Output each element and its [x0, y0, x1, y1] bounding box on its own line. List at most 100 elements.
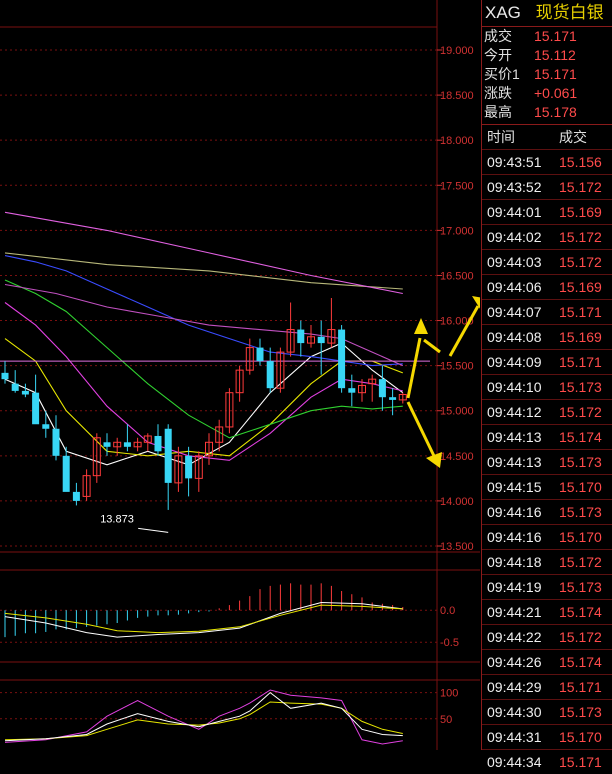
tick-row[interactable]: 09:44:06 15.169 — [482, 274, 612, 299]
candle-body — [317, 336, 325, 344]
quote-label: 成交 — [484, 28, 512, 44]
quote-value: +0.061 — [534, 85, 578, 101]
tick-price: 15.169 — [559, 329, 602, 345]
tick-price: 15.156 — [559, 154, 602, 170]
tick-time: 09:44:09 — [487, 354, 542, 370]
tick-time: 09:44:18 — [487, 554, 542, 570]
tick-time: 09:44:06 — [487, 279, 542, 295]
price-axis-label: 19.000 — [440, 45, 474, 57]
candle-body — [378, 379, 386, 398]
tick-time: 09:44:26 — [487, 654, 542, 670]
candle-body — [185, 455, 193, 479]
price-axis-label: 16.500 — [440, 270, 474, 282]
low-annotation-pointer — [138, 527, 169, 533]
quote-header: XAG 现货白银 — [482, 0, 612, 27]
quote-panel: XAG 现货白银 成交 15.171 今开 15.112 买价1 15.171 涨跌 +… — [481, 0, 612, 770]
tick-time: 09:44:21 — [487, 604, 542, 620]
kdj-k-line — [4, 691, 403, 742]
tick-price: 15.173 — [559, 454, 602, 470]
tick-price: 15.170 — [559, 479, 602, 495]
tick-price: 15.173 — [559, 379, 602, 395]
quote-value: 15.171 — [534, 28, 577, 44]
quote-row-open: 今开 15.112 — [482, 46, 612, 65]
tick-row[interactable]: 09:44:09 15.171 — [482, 349, 612, 374]
tick-price: 15.173 — [559, 579, 602, 595]
tick-time: 09:44:01 — [487, 204, 542, 220]
quote-row-bid: 买价1 15.171 — [482, 65, 612, 84]
tick-price: 15.173 — [559, 704, 602, 720]
tick-time: 09:44:16 — [487, 504, 542, 520]
macd-dea-line — [4, 604, 403, 634]
tick-price: 15.174 — [559, 604, 602, 620]
low-price-annotation: 13.873 — [100, 513, 134, 525]
tick-row[interactable]: 09:44:21 15.174 — [482, 599, 612, 624]
tick-row[interactable]: 09:44:29 15.171 — [482, 674, 612, 699]
tick-row[interactable]: 09:44:12 15.172 — [482, 399, 612, 424]
tick-row[interactable]: 09:44:19 15.173 — [482, 574, 612, 599]
tick-row[interactable]: 09:43:51 15.156 — [482, 149, 612, 174]
tick-time: 09:44:13 — [487, 429, 542, 445]
chart-canvas[interactable]: 19.00018.50018.00017.50017.00016.50016.0… — [0, 0, 480, 750]
quote-label: 买价1 — [484, 66, 520, 82]
tick-price: 15.169 — [559, 204, 602, 220]
tick-price: 15.172 — [559, 629, 602, 645]
arrow-shaft — [423, 338, 441, 354]
instrument-name: 现货白银 — [535, 3, 604, 22]
quote-label: 涨跌 — [484, 85, 512, 101]
tick-row[interactable]: 09:44:31 15.170 — [482, 724, 612, 749]
candle-body — [266, 361, 274, 389]
tick-row[interactable]: 09:44:26 15.174 — [482, 649, 612, 674]
kdj-j-line — [4, 689, 403, 745]
tick-time: 09:44:02 — [487, 229, 542, 245]
tick-row[interactable]: 09:44:22 15.172 — [482, 624, 612, 649]
tick-time: 09:44:10 — [487, 379, 542, 395]
candlestick-chart-area[interactable]: 19.000 18.500 18.000 17.500 17.000 16.500 16.0… — [0, 0, 480, 750]
tick-time: 09:44:29 — [487, 679, 542, 695]
tick-time: 09:44:16 — [487, 529, 542, 545]
tick-row[interactable]: 09:44:02 15.172 — [482, 224, 612, 249]
candle-body — [103, 442, 111, 447]
candle-body — [154, 435, 162, 452]
tick-row[interactable]: 09:44:07 15.171 — [482, 299, 612, 324]
candle-body — [338, 329, 346, 389]
tick-row[interactable]: 09:44:01 15.169 — [482, 199, 612, 224]
tick-price: 15.171 — [559, 304, 602, 320]
tick-time: 09:44:12 — [487, 404, 542, 420]
symbol-code: XAG — [485, 3, 521, 22]
arrow-shaft — [406, 337, 422, 399]
tick-header-price: 成交 — [559, 129, 587, 145]
tick-list[interactable]: 09:43:51 15.156 09:43:52 15.172 09:44:01 15.1… — [482, 149, 612, 774]
price-axis-label: 15.000 — [440, 406, 474, 418]
arrow-shaft — [406, 401, 436, 457]
kdj-d-line — [4, 701, 403, 741]
tick-row[interactable]: 09:44:03 15.172 — [482, 249, 612, 274]
tick-row[interactable]: 09:44:08 15.169 — [482, 324, 612, 349]
tick-row[interactable]: 09:44:30 15.173 — [482, 699, 612, 724]
tick-price: 15.171 — [559, 754, 602, 770]
quote-row-last: 成交 15.171 — [482, 27, 612, 46]
tick-row[interactable]: 09:44:13 15.174 — [482, 424, 612, 449]
tick-row[interactable]: 09:44:15 15.170 — [482, 474, 612, 499]
tick-row[interactable]: 09:43:52 15.172 — [482, 174, 612, 199]
candle-body — [1, 372, 9, 380]
tick-time: 09:44:08 — [487, 329, 542, 345]
candle-body — [256, 347, 264, 362]
tick-price: 15.172 — [559, 554, 602, 570]
tick-row[interactable]: 09:44:16 15.173 — [482, 499, 612, 524]
tick-row[interactable]: 09:44:18 15.172 — [482, 549, 612, 574]
tick-time: 09:44:13 — [487, 454, 542, 470]
tick-price: 15.174 — [559, 654, 602, 670]
kdj-axis-label: 50 — [440, 714, 452, 726]
price-axis-label: 18.000 — [440, 135, 474, 147]
tick-row[interactable]: 09:44:34 15.171 — [482, 749, 612, 774]
tick-row[interactable]: 09:44:10 15.173 — [482, 374, 612, 399]
candle-body — [62, 455, 70, 492]
price-axis-label: 13.500 — [440, 541, 474, 553]
tick-time: 09:44:03 — [487, 254, 542, 270]
price-axis-label: 17.500 — [440, 180, 474, 192]
tick-row[interactable]: 09:44:13 15.173 — [482, 449, 612, 474]
candle-body — [389, 397, 397, 400]
tick-row[interactable]: 09:44:16 15.170 — [482, 524, 612, 549]
tick-time: 09:44:15 — [487, 479, 542, 495]
candle-body — [348, 388, 356, 393]
